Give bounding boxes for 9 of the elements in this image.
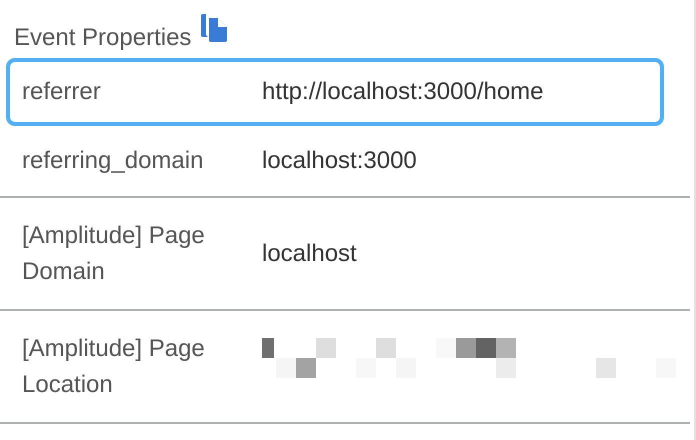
property-value: localhost:3000 — [262, 147, 417, 175]
property-name: referring_domain — [22, 146, 204, 176]
property-value: localhost — [262, 240, 357, 268]
section-title: Event Properties — [14, 24, 192, 52]
property-name: [Amplitude] Page Domain — [22, 220, 206, 286]
property-value: http://localhost:3000/home — [262, 78, 544, 106]
copy-icon[interactable] — [201, 14, 228, 42]
property-name: [Amplitude] Page Location — [22, 334, 206, 400]
property-name: referrer — [22, 77, 102, 107]
